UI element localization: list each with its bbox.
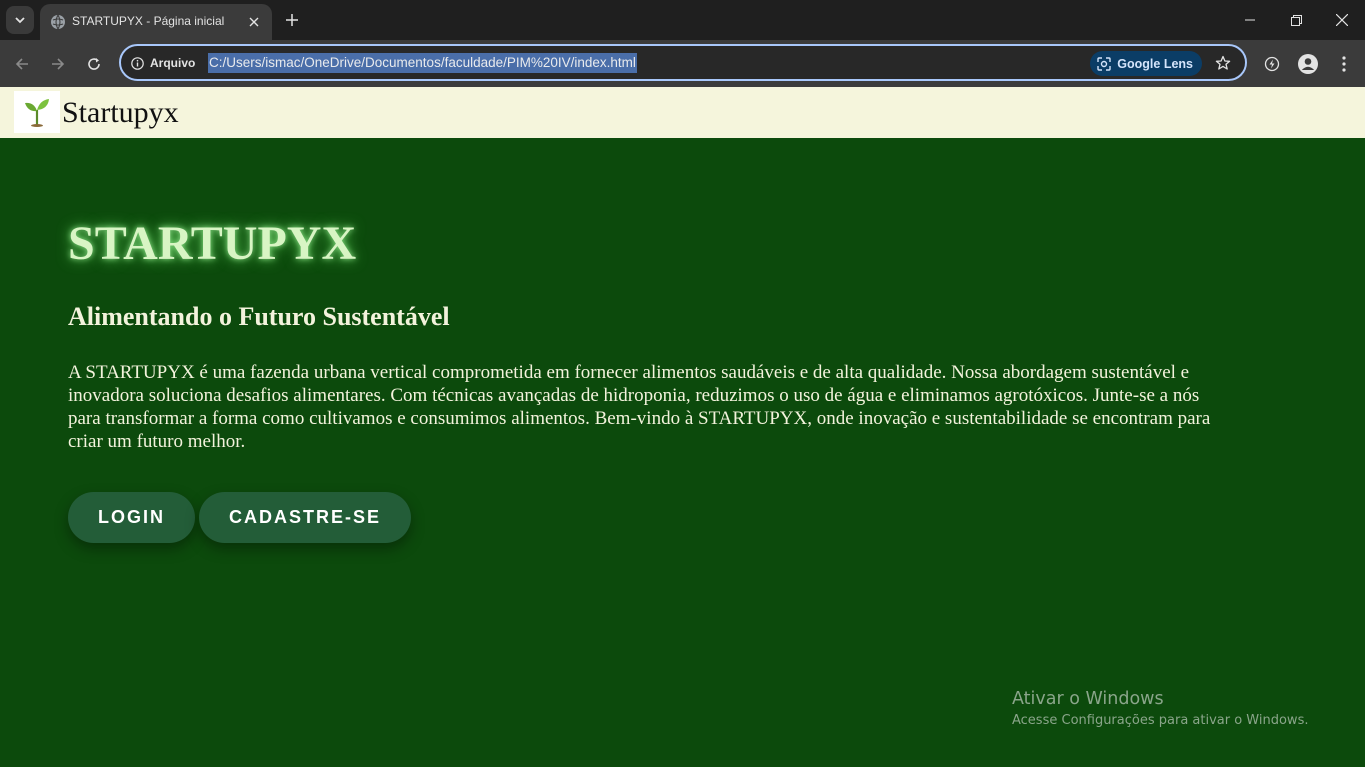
close-icon [249, 17, 259, 27]
minimize-button[interactable] [1227, 0, 1273, 40]
hero-subtitle: Alimentando o Futuro Sustentável [68, 302, 450, 331]
browser-tab[interactable]: STARTUPYX - Página inicial [40, 4, 272, 40]
arrow-right-icon [52, 58, 65, 70]
site-header: Startupyx [0, 87, 1365, 138]
plus-icon [286, 14, 298, 26]
performance-icon [1264, 56, 1280, 72]
login-button[interactable]: LOGIN [68, 492, 195, 543]
profile-button[interactable] [1295, 51, 1321, 77]
chevron-down-icon [15, 17, 25, 24]
site-logo[interactable] [14, 91, 60, 133]
close-window-button[interactable] [1319, 0, 1365, 40]
watermark-subtitle: Acesse Configurações para ativar o Windo… [1012, 713, 1309, 728]
url-text[interactable]: C:/Users/ismac/OneDrive/Documentos/facul… [208, 53, 637, 73]
forward-button[interactable] [45, 51, 71, 77]
signup-button[interactable]: CADASTRE-SE [199, 492, 411, 543]
hero-title: STARTUPYX [68, 217, 357, 270]
reload-icon [88, 58, 100, 70]
watermark-title: Ativar o Windows [1012, 689, 1164, 709]
restore-button[interactable] [1273, 0, 1319, 40]
browser-tab-bar: STARTUPYX - Página inicial [0, 0, 1365, 40]
windows-activation-watermark: Ativar o Windows Acesse Configurações pa… [1012, 689, 1308, 728]
tab-title: STARTUPYX - Página inicial [72, 14, 225, 28]
browser-menu-button[interactable] [1331, 51, 1357, 77]
info-icon [131, 56, 144, 70]
back-button[interactable] [9, 51, 35, 77]
arrow-left-icon [15, 58, 28, 70]
restore-icon [1290, 14, 1302, 26]
lens-icon [1097, 56, 1111, 71]
hero-description: A STARTUPYX é uma fazenda urbana vertica… [68, 362, 1211, 452]
star-icon [1215, 55, 1231, 70]
bookmark-star-button[interactable] [1213, 53, 1233, 73]
google-lens-button[interactable]: Google Lens [1090, 51, 1202, 76]
brand-name[interactable]: Startupyx [62, 96, 179, 130]
address-bar[interactable]: Arquivo C:/Users/ismac/OneDrive/Document… [119, 44, 1247, 81]
close-icon [1336, 14, 1348, 26]
avatar-icon [1298, 54, 1318, 74]
globe-icon [51, 14, 65, 30]
site-info-label: Arquivo [150, 56, 196, 70]
tab-close-button[interactable] [244, 12, 264, 32]
minimize-icon [1245, 19, 1255, 21]
reload-button[interactable] [81, 51, 107, 77]
google-lens-label: Google Lens [1117, 56, 1193, 71]
tab-search-button[interactable] [6, 6, 34, 34]
seedling-icon [25, 99, 49, 127]
extension-button[interactable] [1259, 51, 1285, 77]
more-vertical-icon [1342, 56, 1346, 72]
browser-toolbar: Arquivo C:/Users/ismac/OneDrive/Document… [0, 40, 1365, 87]
new-tab-button[interactable] [280, 8, 304, 32]
site-info-button[interactable]: Arquivo [131, 54, 195, 72]
